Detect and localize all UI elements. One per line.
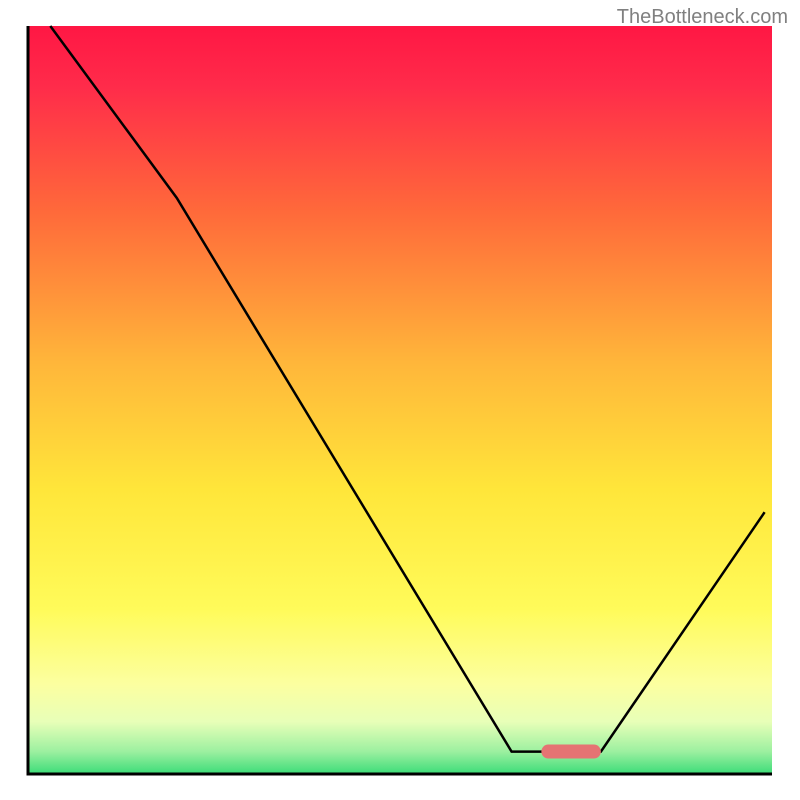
bottleneck-chart — [0, 0, 800, 800]
optimal-marker — [541, 745, 601, 759]
chart-container: TheBottleneck.com — [0, 0, 800, 800]
gradient-background — [28, 26, 772, 774]
watermark-text: TheBottleneck.com — [617, 6, 788, 29]
